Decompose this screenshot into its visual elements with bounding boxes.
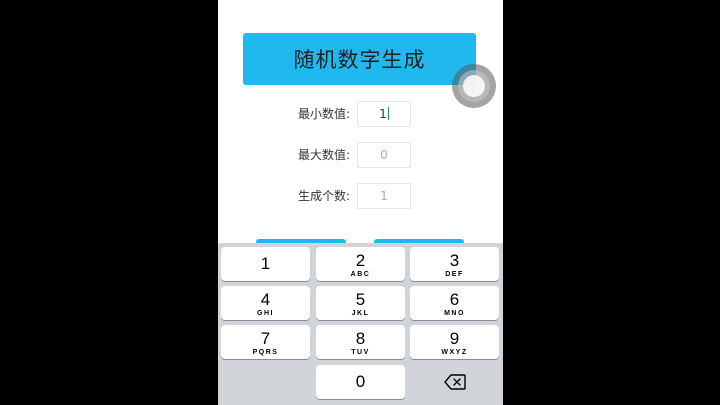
key-3-letters: DEF: [445, 271, 464, 278]
key-3[interactable]: 3 DEF: [410, 247, 499, 281]
key-8-digit: 8: [355, 329, 366, 348]
assistive-touch-button[interactable]: [452, 64, 496, 108]
key-5-letters: JKL: [351, 310, 370, 317]
key-9-letters: WXYZ: [441, 349, 468, 356]
numeric-keypad: 1 2 ABC 3 DEF 4 GHI 5 JKL 6 MNO 7 PQRS 8…: [218, 243, 503, 405]
assistive-touch-dot: [463, 75, 485, 97]
key-7-digit: 7: [260, 329, 271, 348]
key-7[interactable]: 7 PQRS: [221, 325, 310, 359]
count-row: 生成个数: 1: [218, 183, 503, 209]
count-label: 生成个数:: [297, 189, 350, 203]
title-label: 随机数字生成: [293, 48, 426, 72]
min-value-row: 最小数值: 1: [218, 101, 503, 127]
key-5[interactable]: 5 JKL: [316, 286, 405, 320]
max-value-input[interactable]: 0: [357, 142, 411, 168]
key-6-letters: MNO: [444, 310, 465, 317]
delete-key[interactable]: [410, 365, 499, 399]
key-5-digit: 5: [355, 290, 366, 309]
key-2[interactable]: 2 ABC: [316, 247, 405, 281]
key-2-digit: 2: [355, 251, 366, 270]
key-4-digit: 4: [260, 290, 271, 309]
assistive-touch-ring: [458, 70, 490, 102]
key-3-digit: 3: [449, 251, 460, 270]
max-value-row: 最大数值: 0: [218, 142, 503, 168]
text-caret: [387, 107, 389, 120]
key-7-letters: PQRS: [252, 349, 279, 356]
key-9[interactable]: 9 WXYZ: [410, 325, 499, 359]
key-6-digit: 6: [449, 290, 460, 309]
max-value-label: 最大数值:: [297, 148, 350, 162]
key-2-letters: ABC: [350, 271, 371, 278]
key-1-digit: 1: [260, 254, 271, 273]
generate-title-button[interactable]: 随机数字生成: [243, 33, 476, 85]
count-placeholder: 1: [380, 189, 388, 203]
key-8[interactable]: 8 TUV: [316, 325, 405, 359]
key-9-digit: 9: [449, 329, 460, 348]
count-input[interactable]: 1: [357, 183, 411, 209]
min-value-text: 1: [379, 107, 387, 121]
max-value-placeholder: 0: [380, 148, 388, 162]
min-value-label: 最小数值:: [297, 107, 350, 121]
key-1[interactable]: 1: [221, 247, 310, 281]
app-screen: 随机数字生成 最小数值: 1 最大数值: 0 生成个数: 1 1 2 ABC 3…: [218, 0, 503, 405]
key-0[interactable]: 0: [316, 365, 405, 399]
backspace-icon: [443, 374, 466, 390]
key-6[interactable]: 6 MNO: [410, 286, 499, 320]
key-4[interactable]: 4 GHI: [221, 286, 310, 320]
key-4-letters: GHI: [257, 310, 274, 317]
key-0-digit: 0: [355, 372, 366, 391]
min-value-input[interactable]: 1: [357, 101, 411, 127]
key-8-letters: TUV: [351, 349, 370, 356]
